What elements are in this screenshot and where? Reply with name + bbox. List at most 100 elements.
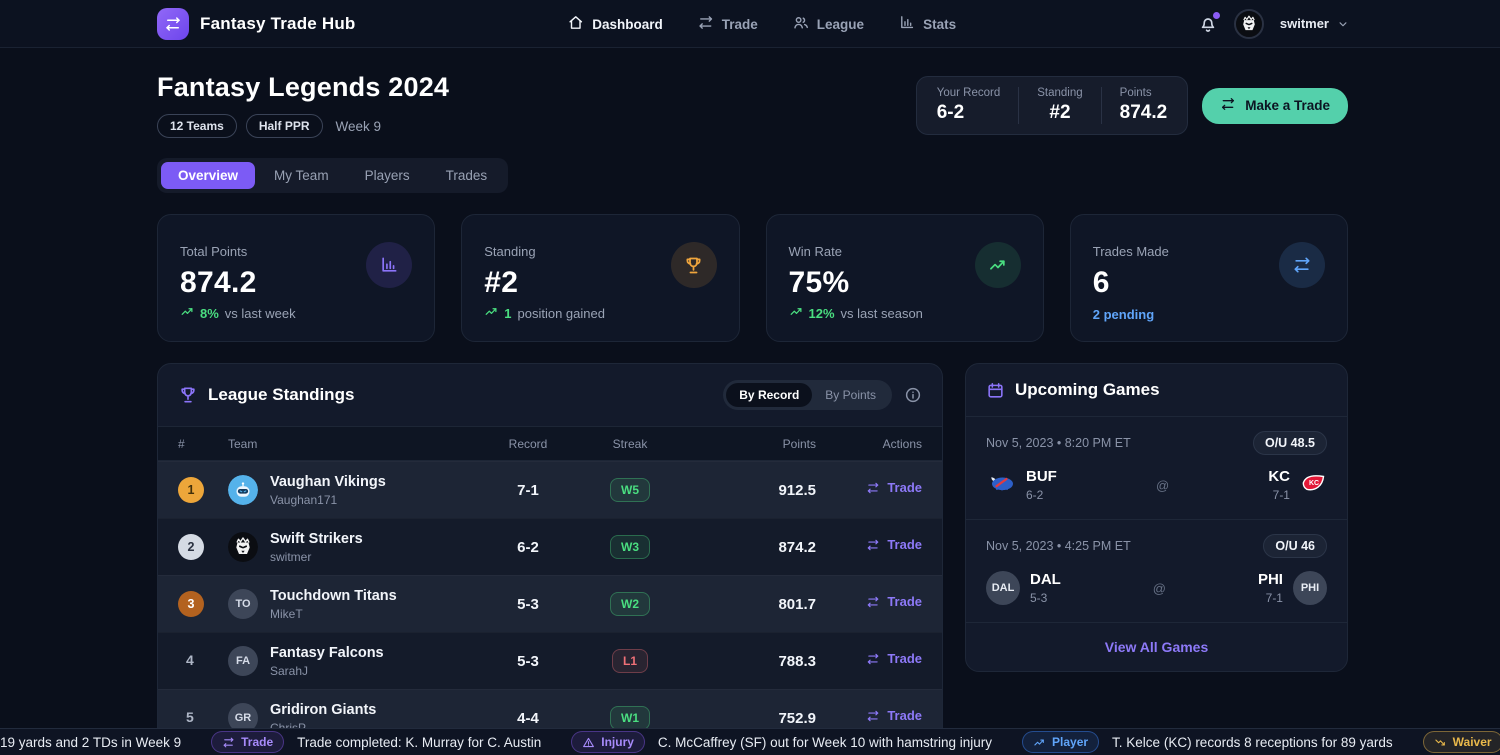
over-under-badge: O/U 46: [1263, 534, 1327, 558]
bar-chart-icon: [366, 242, 412, 288]
game-card: Nov 5, 2023 • 8:20 PM ET O/U 48.5 BUF 6-…: [966, 417, 1347, 520]
chevron-down-icon: [1336, 17, 1350, 31]
trade-button[interactable]: Trade: [866, 651, 922, 666]
news-ticker: 19 yards and 2 TDs in Week 9 Trade Trade…: [0, 728, 1500, 755]
toggle-by-points[interactable]: By Points: [812, 383, 889, 407]
teams-badge: 12 Teams: [157, 114, 237, 138]
make-a-trade-button[interactable]: Make a Trade: [1202, 88, 1348, 124]
view-tabs: Overview My Team Players Trades: [157, 158, 508, 193]
brand[interactable]: Fantasy Trade Hub: [157, 8, 356, 40]
team-owner: SarahJ: [270, 664, 384, 678]
nav-item-trade[interactable]: Trade: [697, 14, 758, 34]
points-value: 752.9: [684, 710, 816, 727]
swap-arrows-icon: [1279, 242, 1325, 288]
at-symbol: @: [1156, 478, 1169, 493]
scoring-badge: Half PPR: [246, 114, 323, 138]
trade-button[interactable]: Trade: [866, 594, 922, 609]
week-label: Week 9: [336, 119, 382, 134]
tab-trades[interactable]: Trades: [429, 162, 505, 189]
team-avatar: TO: [228, 589, 258, 619]
svg-text:KC: KC: [1309, 480, 1319, 487]
username: switmer: [1280, 16, 1329, 31]
your-record-cell: Your Record 6-2: [937, 87, 1019, 124]
tab-my-team[interactable]: My Team: [257, 162, 346, 189]
record-value: 5-3: [480, 596, 576, 613]
bar-chart-icon: [898, 14, 915, 34]
ticker-item: Player T. Kelce (KC) records 8 reception…: [1022, 731, 1393, 753]
ticker-item: Waiver D. Hopkins claimed off waivers: [1423, 731, 1500, 753]
bills-logo: [986, 473, 1016, 498]
record-value: 6-2: [480, 539, 576, 556]
league-standings-panel: League Standings By Record By Points # T…: [157, 363, 943, 747]
away-team-abbr: DAL: [1030, 571, 1061, 588]
standings-table-header: # Team Record Streak Points Actions: [158, 426, 942, 461]
notifications-bell-icon[interactable]: [1198, 14, 1218, 34]
away-team-record: 5-3: [1030, 591, 1061, 605]
ticker-text: Trade completed: K. Murray for C. Austin: [297, 735, 541, 750]
calendar-icon: [986, 381, 1005, 400]
trend-up-icon: [180, 304, 195, 322]
at-symbol: @: [1153, 581, 1166, 596]
streak-badge: W1: [610, 706, 650, 730]
team-name: Fantasy Falcons: [270, 645, 384, 661]
people-icon: [792, 14, 809, 34]
game-datetime: Nov 5, 2023 • 8:20 PM ET: [986, 436, 1131, 450]
column-header-record: Record: [480, 437, 576, 451]
top-navbar: Fantasy Trade Hub Dashboard Trade League…: [0, 0, 1500, 48]
league-header: Fantasy Legends 2024 12 Teams Half PPR W…: [157, 72, 1348, 138]
rank-badge: 3: [178, 591, 204, 617]
tab-players[interactable]: Players: [348, 162, 427, 189]
stat-card-standing: Standing #2 1 position gained: [461, 214, 739, 342]
standings-title: League Standings: [208, 385, 354, 405]
info-icon[interactable]: [904, 386, 922, 404]
view-all-games-link[interactable]: View All Games: [966, 623, 1347, 671]
table-row: 3 TO Touchdown Titans MikeT 5-3 W2 801.7…: [158, 575, 942, 632]
stat-card-win-rate: Win Rate 75% 12% vs last season: [766, 214, 1044, 342]
ticker-item: Trade Trade completed: K. Murray for C. …: [211, 731, 541, 753]
team-owner: switmer: [270, 550, 363, 564]
record-summary-card: Your Record 6-2 Standing #2 Points 874.2: [916, 76, 1188, 135]
user-menu[interactable]: switmer: [1280, 16, 1350, 31]
team-avatar: [228, 475, 258, 505]
ticker-text: C. McCaffrey (SF) out for Week 10 with h…: [658, 735, 992, 750]
rank-number: 5: [178, 709, 194, 725]
streak-badge: W2: [610, 592, 650, 616]
column-header-rank: #: [178, 437, 228, 451]
record-value: 7-1: [480, 482, 576, 499]
home-team-record: 7-1: [1258, 591, 1283, 605]
trend-up-icon: [789, 304, 804, 322]
away-team-abbr: BUF: [1026, 468, 1057, 485]
team-owner: Vaughan171: [270, 493, 386, 507]
user-avatar[interactable]: [1234, 9, 1264, 39]
table-row: 2 Swift Strikers switmer 6-2 W3 874.2 Tr…: [158, 518, 942, 575]
record-value: 5-3: [480, 653, 576, 670]
streak-badge: W3: [610, 535, 650, 559]
game-card: Nov 5, 2023 • 4:25 PM ET O/U 46 DAL DAL …: [966, 520, 1347, 623]
page-title: Fantasy Legends 2024: [157, 72, 449, 103]
toggle-by-record[interactable]: By Record: [726, 383, 812, 407]
team-logo-circle: PHI: [1293, 571, 1327, 605]
trade-button[interactable]: Trade: [866, 708, 922, 723]
tab-overview[interactable]: Overview: [161, 162, 255, 189]
main-nav: Dashboard Trade League Stats: [567, 0, 956, 48]
points-value: 788.3: [684, 653, 816, 670]
trade-button[interactable]: Trade: [866, 537, 922, 552]
trade-button[interactable]: Trade: [866, 480, 922, 495]
swap-arrows-icon: [1220, 96, 1236, 115]
trade-badge: Trade: [211, 731, 284, 753]
points-value: 912.5: [684, 482, 816, 499]
away-team-record: 6-2: [1026, 488, 1057, 502]
nav-item-stats[interactable]: Stats: [898, 14, 956, 34]
nav-item-dashboard[interactable]: Dashboard: [567, 14, 663, 34]
nav-item-league[interactable]: League: [792, 14, 864, 34]
streak-badge: L1: [612, 649, 648, 673]
points-value: 801.7: [684, 596, 816, 613]
app-title: Fantasy Trade Hub: [200, 14, 356, 34]
streak-badge: W5: [610, 478, 650, 502]
pending-trades-link[interactable]: 2 pending: [1093, 307, 1154, 322]
sort-toggle: By Record By Points: [723, 380, 892, 410]
ticker-item: Injury C. McCaffrey (SF) out for Week 10…: [571, 731, 992, 753]
points-value: 874.2: [684, 539, 816, 556]
home-icon: [567, 14, 584, 34]
table-row: 4 FA Fantasy Falcons SarahJ 5-3 L1 788.3…: [158, 632, 942, 689]
